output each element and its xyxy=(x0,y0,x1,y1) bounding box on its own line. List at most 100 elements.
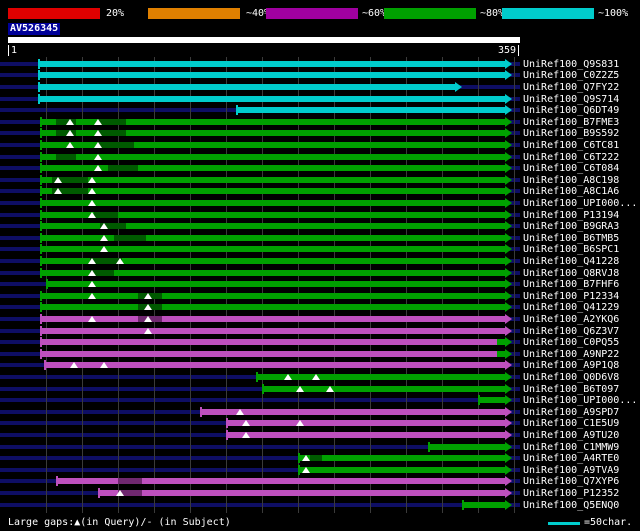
hit-label[interactable]: UniRef100_Q0D6V8 xyxy=(523,372,619,383)
hit-label[interactable]: UniRef100_P12334 xyxy=(523,291,619,302)
alignment-bar-segment[interactable] xyxy=(40,153,56,160)
alignment-bar-segment[interactable] xyxy=(134,142,505,148)
alignment-bar-segment[interactable] xyxy=(142,478,505,485)
alignment-bar-segment[interactable] xyxy=(162,316,505,322)
alignment-bar-segment[interactable] xyxy=(40,327,505,334)
hit-label[interactable]: UniRef100_P13194 xyxy=(523,210,619,221)
alignment-bar-segment[interactable] xyxy=(126,223,505,230)
alignment-bar-segment[interactable] xyxy=(40,223,100,230)
hit-label[interactable]: UniRef100_A2YKQ6 xyxy=(523,314,619,325)
hit-label[interactable]: UniRef100_C6T084 xyxy=(523,163,619,174)
hit-label[interactable]: UniRef100_C1MMW9 xyxy=(523,442,619,453)
hit-label[interactable]: UniRef100_B7FHF6 xyxy=(523,279,619,290)
alignment-bar-segment[interactable] xyxy=(236,107,505,114)
hit-label[interactable]: UniRef100_A9P1Q8 xyxy=(523,360,619,371)
alignment-bar-segment[interactable] xyxy=(142,490,505,496)
alignment-bar-segment[interactable] xyxy=(98,142,134,148)
hit-label[interactable]: UniRef100_C0PQ55 xyxy=(523,337,619,348)
hit-label[interactable]: UniRef100_C0Z2Z5 xyxy=(523,70,619,81)
hit-label[interactable]: UniRef100_Q7FY22 xyxy=(523,82,619,93)
alignment-bar-segment[interactable] xyxy=(40,304,138,311)
alignment-bar-segment[interactable] xyxy=(497,339,505,346)
hit-label[interactable]: UniRef100_Q5ENQ0 xyxy=(523,500,619,511)
alignment-bar-segment[interactable] xyxy=(108,165,138,172)
hit-label[interactable]: UniRef100_B6TMB5 xyxy=(523,233,619,244)
alignment-bar-segment[interactable] xyxy=(40,339,497,346)
hit-label[interactable]: UniRef100_Q41228 xyxy=(523,256,619,267)
hit-label[interactable]: UniRef100_B9GRA3 xyxy=(523,221,619,232)
alignment-bar-segment[interactable] xyxy=(162,304,505,311)
hit-label[interactable]: UniRef100_A9NP22 xyxy=(523,349,619,360)
hit-label[interactable]: UniRef100_Q6DT49 xyxy=(523,105,619,116)
hit-label[interactable]: UniRef100_C6TC81 xyxy=(523,140,619,151)
hit-label[interactable]: UniRef100_C1E5U9 xyxy=(523,418,619,429)
alignment-bar-segment[interactable] xyxy=(162,292,505,299)
hit-label[interactable]: UniRef100_UPI000... xyxy=(523,198,637,209)
alignment-bar-segment[interactable] xyxy=(146,234,505,241)
hit-label[interactable]: UniRef100_Q8RVJ8 xyxy=(523,268,619,279)
alignment-bar-segment[interactable] xyxy=(98,490,118,496)
alignment-bar-segment[interactable] xyxy=(40,246,505,253)
hit-label[interactable]: UniRef100_C6T222 xyxy=(523,152,619,163)
hit-label[interactable]: UniRef100_A9SPD7 xyxy=(523,407,619,418)
alignment-bar-segment[interactable] xyxy=(38,84,455,90)
hit-label[interactable]: UniRef100_B7FME3 xyxy=(523,117,619,128)
hit-label[interactable]: UniRef100_Q41229 xyxy=(523,302,619,313)
hit-label[interactable]: UniRef100_Q9S714 xyxy=(523,94,619,105)
alignment-bar-segment[interactable] xyxy=(126,130,505,137)
alignment-bar-segment[interactable] xyxy=(94,211,118,218)
alignment-bar-segment[interactable] xyxy=(256,374,505,380)
alignment-bar-segment[interactable] xyxy=(428,443,505,450)
alignment-bar-segment[interactable] xyxy=(122,258,505,264)
alignment-bar-segment[interactable] xyxy=(98,118,126,125)
alignment-bar-segment[interactable] xyxy=(40,258,90,264)
alignment-bar-segment[interactable] xyxy=(98,130,126,137)
alignment-bar-segment[interactable] xyxy=(118,478,142,485)
gap-marker-icon xyxy=(312,374,320,380)
alignment-bar-segment[interactable] xyxy=(226,420,505,427)
alignment-bar-segment[interactable] xyxy=(38,95,505,102)
hit-label[interactable]: UniRef100_A9TVA9 xyxy=(523,465,619,476)
hit-label[interactable]: UniRef100_B9S592 xyxy=(523,128,619,139)
alignment-bar-segment[interactable] xyxy=(46,281,505,288)
alignment-bar-segment[interactable] xyxy=(40,269,90,276)
alignment-bar-segment[interactable] xyxy=(462,501,505,508)
alignment-bar-segment[interactable] xyxy=(88,176,505,183)
alignment-bar-segment[interactable] xyxy=(322,455,505,462)
alignment-bar-segment[interactable] xyxy=(56,478,118,485)
alignment-bar-segment[interactable] xyxy=(497,350,505,357)
hit-label[interactable]: UniRef100_A8C1A6 xyxy=(523,186,619,197)
alignment-bar-segment[interactable] xyxy=(40,200,505,206)
alignment-bar-segment[interactable] xyxy=(226,432,505,438)
alignment-bar-segment[interactable] xyxy=(40,211,94,218)
hit-label[interactable]: UniRef100_A9TU20 xyxy=(523,430,619,441)
hit-label[interactable]: UniRef100_Q6Z3V7 xyxy=(523,326,619,337)
alignment-bar-segment[interactable] xyxy=(200,408,505,415)
alignment-bar-segment[interactable] xyxy=(310,455,322,462)
alignment-bar-segment[interactable] xyxy=(76,153,505,160)
alignment-bar-segment[interactable] xyxy=(138,165,505,172)
alignment-bar-segment[interactable] xyxy=(40,130,56,137)
alignment-bar-segment[interactable] xyxy=(44,362,505,369)
hit-label[interactable]: UniRef100_B6T097 xyxy=(523,384,619,395)
alignment-bar-segment[interactable] xyxy=(38,60,505,67)
hit-label[interactable]: UniRef100_P12352 xyxy=(523,488,619,499)
hit-label[interactable]: UniRef100_Q9S831 xyxy=(523,59,619,70)
alignment-bar-segment[interactable] xyxy=(118,211,505,218)
alignment-bar-segment[interactable] xyxy=(298,466,505,473)
alignment-bar-segment[interactable] xyxy=(88,188,505,195)
hit-label[interactable]: UniRef100_A4RTE0 xyxy=(523,453,619,464)
alignment-bar-segment[interactable] xyxy=(114,234,146,241)
alignment-bar-segment[interactable] xyxy=(38,72,505,79)
hit-label[interactable]: UniRef100_Q7XYP6 xyxy=(523,476,619,487)
gap-marker-icon xyxy=(100,223,108,230)
alignment-bar-segment[interactable] xyxy=(56,153,76,160)
hit-label[interactable]: UniRef100_UPI000... xyxy=(523,395,637,406)
alignment-bar-segment[interactable] xyxy=(40,350,497,357)
hit-label[interactable]: UniRef100_B6SPC1 xyxy=(523,244,619,255)
hit-label[interactable]: UniRef100_A8C198 xyxy=(523,175,619,186)
alignment-bar-segment[interactable] xyxy=(478,397,505,404)
alignment-bar-segment[interactable] xyxy=(114,269,505,276)
alignment-bar-segment[interactable] xyxy=(126,118,505,125)
alignment-bar-segment[interactable] xyxy=(40,118,56,125)
